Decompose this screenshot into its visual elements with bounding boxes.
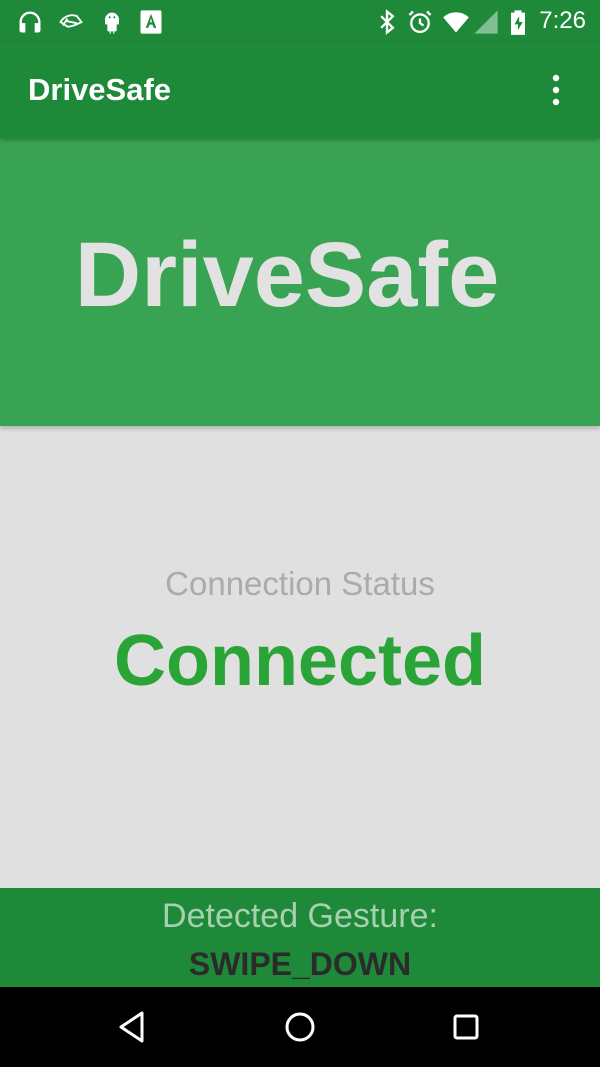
wifi-icon — [442, 8, 470, 36]
gesture-label: Detected Gesture: — [162, 897, 438, 935]
connection-status-value: Connected — [113, 621, 487, 701]
app-screen: 7:26 DriveSafe DriveSafe Connection Stat… — [0, 0, 600, 1067]
app-title: DriveSafe — [28, 72, 172, 107]
back-icon[interactable] — [112, 1007, 152, 1047]
status-bar: 7:26 — [0, 0, 600, 42]
header-banner: DriveSafe — [0, 138, 600, 426]
home-icon[interactable] — [280, 1007, 320, 1047]
leaf-icon — [57, 8, 85, 36]
clock-time: 7:26 — [539, 7, 586, 34]
alarm-icon — [406, 8, 434, 36]
headphones-icon — [16, 8, 44, 36]
keyboard-a-icon — [137, 8, 165, 36]
connection-panel: Connection Status Connected — [0, 426, 600, 888]
banner-title: DriveSafe — [74, 224, 500, 326]
gesture-panel: Detected Gesture: SWIPE_DOWN — [0, 888, 600, 987]
gesture-value: SWIPE_DOWN — [188, 946, 412, 982]
signal-icon — [472, 8, 500, 36]
app-bar: DriveSafe — [0, 42, 600, 138]
connection-status-label: Connection Status — [165, 565, 435, 602]
android-icon — [98, 8, 126, 36]
battery-charging-icon — [504, 8, 532, 36]
recents-icon[interactable] — [446, 1007, 486, 1047]
more-vert-icon[interactable] — [532, 70, 580, 110]
bluetooth-icon — [373, 8, 401, 36]
navigation-bar — [0, 987, 600, 1067]
